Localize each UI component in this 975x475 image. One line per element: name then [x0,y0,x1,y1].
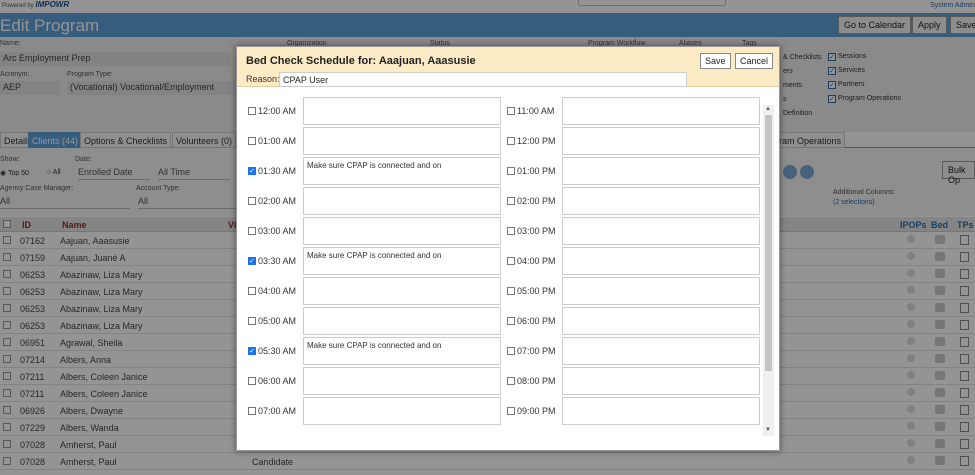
time-slot: 04:00 AM [248,277,508,305]
slot-checkbox[interactable] [507,347,515,355]
slot-checkbox[interactable] [507,317,515,325]
slot-time: 05:30 AM [258,346,297,356]
slot-time: 03:00 AM [258,226,297,236]
slot-time: 02:00 PM [517,196,556,206]
time-slot: 01:00 AM [248,127,508,155]
slot-time: 01:00 AM [258,136,297,146]
slot-checkbox[interactable] [507,257,515,265]
slot-checkbox[interactable] [248,107,256,115]
slot-note-textarea[interactable] [562,97,760,125]
slot-checkbox[interactable] [507,287,515,295]
time-slot: 06:00 AM [248,367,508,395]
time-slot: 09:00 PM [507,397,767,425]
slot-checkbox[interactable] [507,197,515,205]
slot-time: 07:00 AM [258,406,297,416]
slot-time: 08:00 PM [517,376,556,386]
slot-note-textarea[interactable] [303,127,501,155]
time-slot: 03:00 AM [248,217,508,245]
time-slot: 02:00 AM [248,187,508,215]
time-slot: 06:00 PM [507,307,767,335]
slot-note-textarea[interactable] [303,277,501,305]
slot-note-textarea[interactable] [562,367,760,395]
slot-note-textarea[interactable]: Make sure CPAP is connected and on [303,247,501,275]
slot-note-textarea[interactable] [562,217,760,245]
slot-checkbox[interactable] [507,407,515,415]
slot-note-textarea[interactable] [562,307,760,335]
slot-time: 06:00 AM [258,376,297,386]
slot-note-textarea[interactable]: Make sure CPAP is connected and on [303,157,501,185]
slot-note-textarea[interactable] [303,307,501,335]
slot-time: 12:00 PM [517,136,556,146]
slot-note-textarea[interactable] [562,247,760,275]
scrollbar-thumb[interactable] [765,115,772,371]
slot-checkbox[interactable]: ✓ [248,347,256,355]
time-slot: 08:00 PM [507,367,767,395]
slot-note-textarea[interactable]: Make sure CPAP is connected and on [303,337,501,365]
time-slot: 07:00 PM [507,337,767,365]
slot-note-textarea[interactable] [303,397,501,425]
slot-checkbox[interactable] [507,227,515,235]
time-slot: 05:00 AM [248,307,508,335]
modal-scrollbar[interactable]: ▲ ▼ [763,105,774,436]
slot-time: 06:00 PM [517,316,556,326]
time-slot: 02:00 PM [507,187,767,215]
slot-checkbox[interactable] [507,377,515,385]
slot-time: 01:30 AM [258,166,297,176]
slot-time: 01:00 PM [517,166,556,176]
modal-save-button[interactable]: Save [700,53,731,69]
scroll-down-icon[interactable]: ▼ [765,427,771,433]
slot-time: 04:00 AM [258,286,297,296]
slot-time: 05:00 AM [258,316,297,326]
slot-time: 04:00 PM [517,256,556,266]
slot-time: 07:00 PM [517,346,556,356]
bed-check-modal: Bed Check Schedule for: Aaajuan, Aaasusi… [236,46,780,451]
slot-note-textarea[interactable] [303,187,501,215]
slot-note-textarea[interactable] [562,127,760,155]
slot-time: 11:00 AM [517,106,555,116]
reason-label: Reason: [246,74,280,84]
slot-note-textarea[interactable] [562,187,760,215]
slot-checkbox[interactable] [248,137,256,145]
slot-checkbox[interactable] [248,317,256,325]
slot-checkbox[interactable] [507,107,515,115]
slot-note-textarea[interactable] [562,337,760,365]
slot-checkbox[interactable] [248,377,256,385]
slot-time: 09:00 PM [517,406,556,416]
time-slot: ✓ 01:30 AM Make sure CPAP is connected and… [248,157,508,185]
scroll-up-icon[interactable]: ▲ [765,106,771,112]
time-slot: 12:00 AM [248,97,508,125]
slot-checkbox[interactable] [507,167,515,175]
slot-note-textarea[interactable] [562,157,760,185]
time-slot: ✓ 03:30 AM Make sure CPAP is connected and… [248,247,508,275]
time-slot: 11:00 AM [507,97,767,125]
slot-time: 03:30 AM [258,256,297,266]
slot-time: 05:00 PM [517,286,556,296]
slot-note-textarea[interactable] [562,277,760,305]
slot-time: 03:00 PM [517,226,556,236]
slot-note-textarea[interactable] [303,217,501,245]
time-slot: 07:00 AM [248,397,508,425]
reason-input[interactable]: CPAP User [279,72,687,87]
time-slot: 05:00 PM [507,277,767,305]
slot-time: 02:00 AM [258,196,297,206]
time-slot: 01:00 PM [507,157,767,185]
time-slot: 03:00 PM [507,217,767,245]
slot-checkbox[interactable] [248,197,256,205]
modal-header: Bed Check Schedule for: Aaajuan, Aaasusi… [237,47,779,87]
slot-checkbox[interactable]: ✓ [248,257,256,265]
slot-note-textarea[interactable] [303,97,501,125]
slot-checkbox[interactable] [248,287,256,295]
slot-checkbox[interactable] [507,137,515,145]
slot-note-textarea[interactable] [562,397,760,425]
slot-checkbox[interactable] [248,227,256,235]
time-slot: 12:00 PM [507,127,767,155]
slot-checkbox[interactable]: ✓ [248,167,256,175]
modal-cancel-button[interactable]: Cancel [735,53,774,69]
modal-title: Bed Check Schedule for: Aaajuan, Aaasusi… [246,55,476,67]
time-slot: ✓ 05:30 AM Make sure CPAP is connected and… [248,337,508,365]
slot-note-textarea[interactable] [303,367,501,395]
slot-checkbox[interactable] [248,407,256,415]
time-slot: 04:00 PM [507,247,767,275]
slot-time: 12:00 AM [258,106,297,116]
